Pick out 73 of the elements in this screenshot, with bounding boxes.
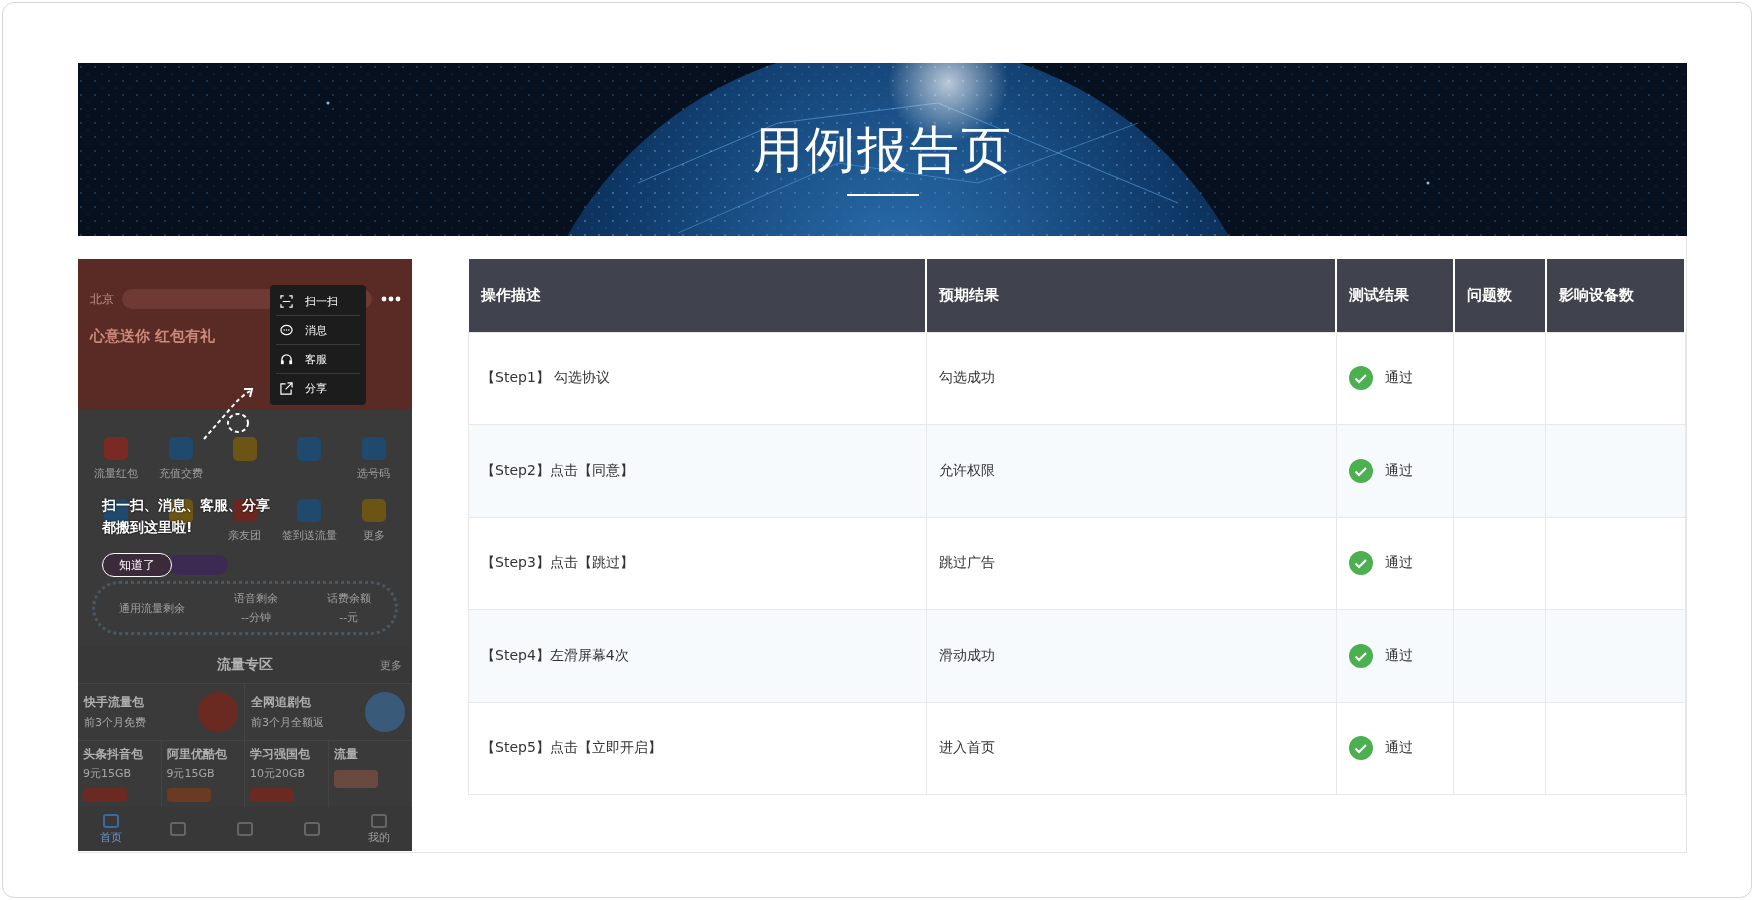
product-note: 前3个月全额返 (251, 715, 324, 730)
shortcut-label: 签到送流量 (281, 528, 337, 543)
result-label: 通过 (1384, 369, 1413, 388)
table-cell: 【Step4】左滑屏幕4次 (468, 609, 927, 702)
menu-item[interactable]: 扫一扫 (305, 293, 338, 309)
product-name: 阿里优酷包 (166, 746, 228, 763)
balance-label: 语音剩余 (234, 591, 278, 606)
shortcut-label: 流量红包 (94, 466, 139, 481)
result-label: 通过 (1384, 461, 1413, 480)
nav-icon[interactable] (370, 813, 387, 828)
section-title: 流量专区 (217, 656, 273, 674)
table-cell: 勾选成功 (926, 332, 1337, 425)
scan-icon (280, 294, 293, 308)
menu-item[interactable]: 客服 (305, 351, 327, 367)
table-cell: 跳过广告 (926, 517, 1337, 610)
balance-value: --元 (339, 610, 359, 625)
chat-bubble-icon (280, 323, 293, 337)
nav-label[interactable]: 我的 (367, 829, 390, 845)
column-header: 问题数 (1453, 259, 1546, 332)
product-image (365, 692, 405, 732)
nav-label[interactable]: 首页 (100, 829, 123, 845)
product-image (166, 788, 211, 802)
result-label: 通过 (1384, 739, 1413, 758)
dismiss-button[interactable]: 知道了 (102, 553, 172, 577)
table-cell: 【Step5】点击【立即开启】 (468, 702, 927, 795)
shortcut-label: 选号码 (357, 466, 391, 481)
menu-item[interactable]: 分享 (305, 381, 327, 396)
more-link[interactable]: 更多 (380, 658, 402, 673)
nav-icon[interactable] (303, 822, 320, 836)
table-cell: 【Step1】 勾选协议 (468, 332, 927, 425)
balance-label: 话费余额 (326, 591, 371, 606)
nav-icon[interactable] (103, 813, 120, 828)
share-icon (280, 382, 293, 395)
product-image (250, 788, 294, 802)
table-cell: 进入首页 (926, 702, 1337, 795)
login-tag (168, 555, 228, 575)
product-name: 流量 (333, 746, 359, 763)
column-header: 影响设备数 (1545, 259, 1685, 332)
result-label: 通过 (1384, 554, 1413, 573)
column-header: 操作描述 (468, 259, 927, 332)
table-cell: 【Step3】点击【跳过】 (468, 517, 927, 610)
product-price: 9元15GB (166, 766, 216, 781)
hint-text: 扫一扫、消息、客服、分享 (102, 497, 270, 515)
headset-icon (280, 352, 293, 366)
result-label: 通过 (1384, 646, 1413, 665)
hint-text: 都搬到这里啦! (102, 519, 193, 537)
column-header: 预期结果 (926, 259, 1337, 332)
shortcut-label: 更多 (362, 528, 385, 543)
menu-item[interactable]: 消息 (305, 322, 327, 338)
product-name: 全网追剧包 (251, 694, 312, 711)
table-cell: 允许权限 (926, 424, 1337, 517)
product-name: 头条抖音包 (83, 746, 144, 763)
column-header: 测试结果 (1336, 259, 1454, 332)
nav-icon[interactable] (170, 822, 187, 836)
product-image (333, 770, 378, 788)
product-price: 9元15GB (83, 766, 133, 781)
shortcut-label: 充值交费 (158, 466, 203, 481)
product-price: 10元20GB (250, 766, 307, 781)
table-cell: 滑动成功 (926, 609, 1337, 702)
product-name: 学习强国包 (250, 746, 311, 763)
nav-icon[interactable] (237, 822, 253, 836)
banner-title: 用例报告页 (752, 120, 1013, 181)
product-name: 快手流量包 (84, 694, 145, 711)
product-image (198, 692, 238, 732)
balance-label: 通用流量剩余 (119, 600, 186, 616)
product-note: 前3个月免费 (84, 715, 146, 730)
more-dots-icon (380, 295, 402, 303)
balance-value: --分钟 (241, 610, 271, 625)
shortcut-label: 亲友团 (228, 528, 262, 543)
table-cell: 【Step2】点击【同意】 (468, 424, 927, 517)
product-image (83, 788, 127, 802)
city-label: 北京 (90, 290, 114, 308)
promo-title: 心意送你 红包有礼 (90, 327, 216, 346)
